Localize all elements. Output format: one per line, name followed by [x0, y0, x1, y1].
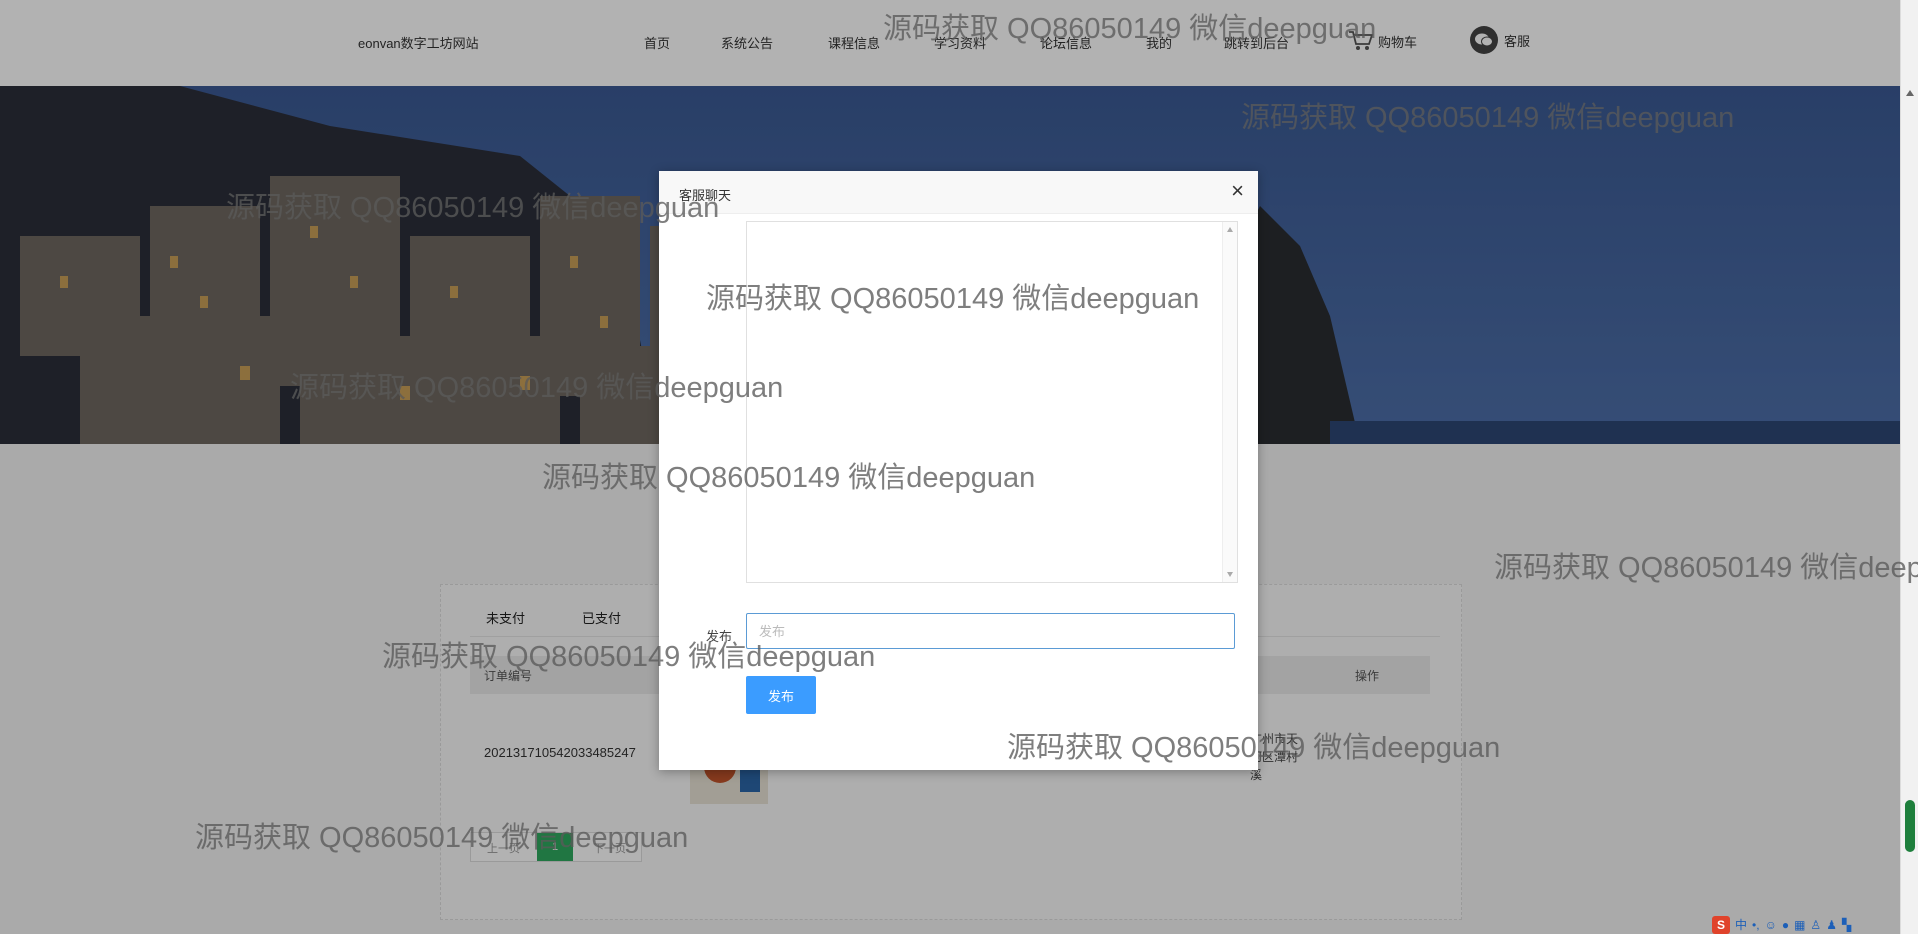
post-label: 发布 — [706, 629, 733, 644]
ime-mode-label[interactable]: 中 — [1735, 916, 1747, 933]
dialog-header: 客服聊天 × — [659, 171, 1258, 214]
post-button[interactable]: 发布 — [746, 676, 816, 714]
customer-service-dialog: 客服聊天 × 发布 发布 — [659, 171, 1258, 770]
message-input[interactable] — [746, 613, 1235, 649]
chat-scroll-down-icon[interactable] — [1227, 572, 1233, 577]
user-icon[interactable]: ♙ — [1810, 918, 1821, 932]
emoji-icon[interactable]: ☺ — [1765, 918, 1777, 932]
dialog-title: 客服聊天 — [679, 188, 732, 203]
page-scrollbar[interactable] — [1900, 0, 1918, 934]
grid-icon[interactable]: ▚ — [1842, 918, 1851, 932]
scroll-up-arrow[interactable] — [1906, 90, 1914, 96]
scrollbar-thumb[interactable] — [1905, 800, 1915, 852]
ime-toolbar[interactable]: S 中 •, ☺ ● ▦ ♙ ♟ ▚ — [1712, 915, 1851, 934]
sogou-logo[interactable]: S — [1712, 915, 1730, 934]
chat-messages-area[interactable] — [746, 221, 1238, 583]
close-icon[interactable]: × — [1231, 180, 1244, 202]
chat-scrollbar[interactable] — [1222, 222, 1237, 582]
chat-scroll-up-icon[interactable] — [1227, 227, 1233, 232]
keyboard-icon[interactable]: ▦ — [1794, 918, 1805, 932]
mic-icon[interactable]: ● — [1782, 918, 1789, 932]
skin-icon[interactable]: ♟ — [1826, 918, 1837, 932]
punctuation-icon[interactable]: •, — [1752, 918, 1760, 932]
